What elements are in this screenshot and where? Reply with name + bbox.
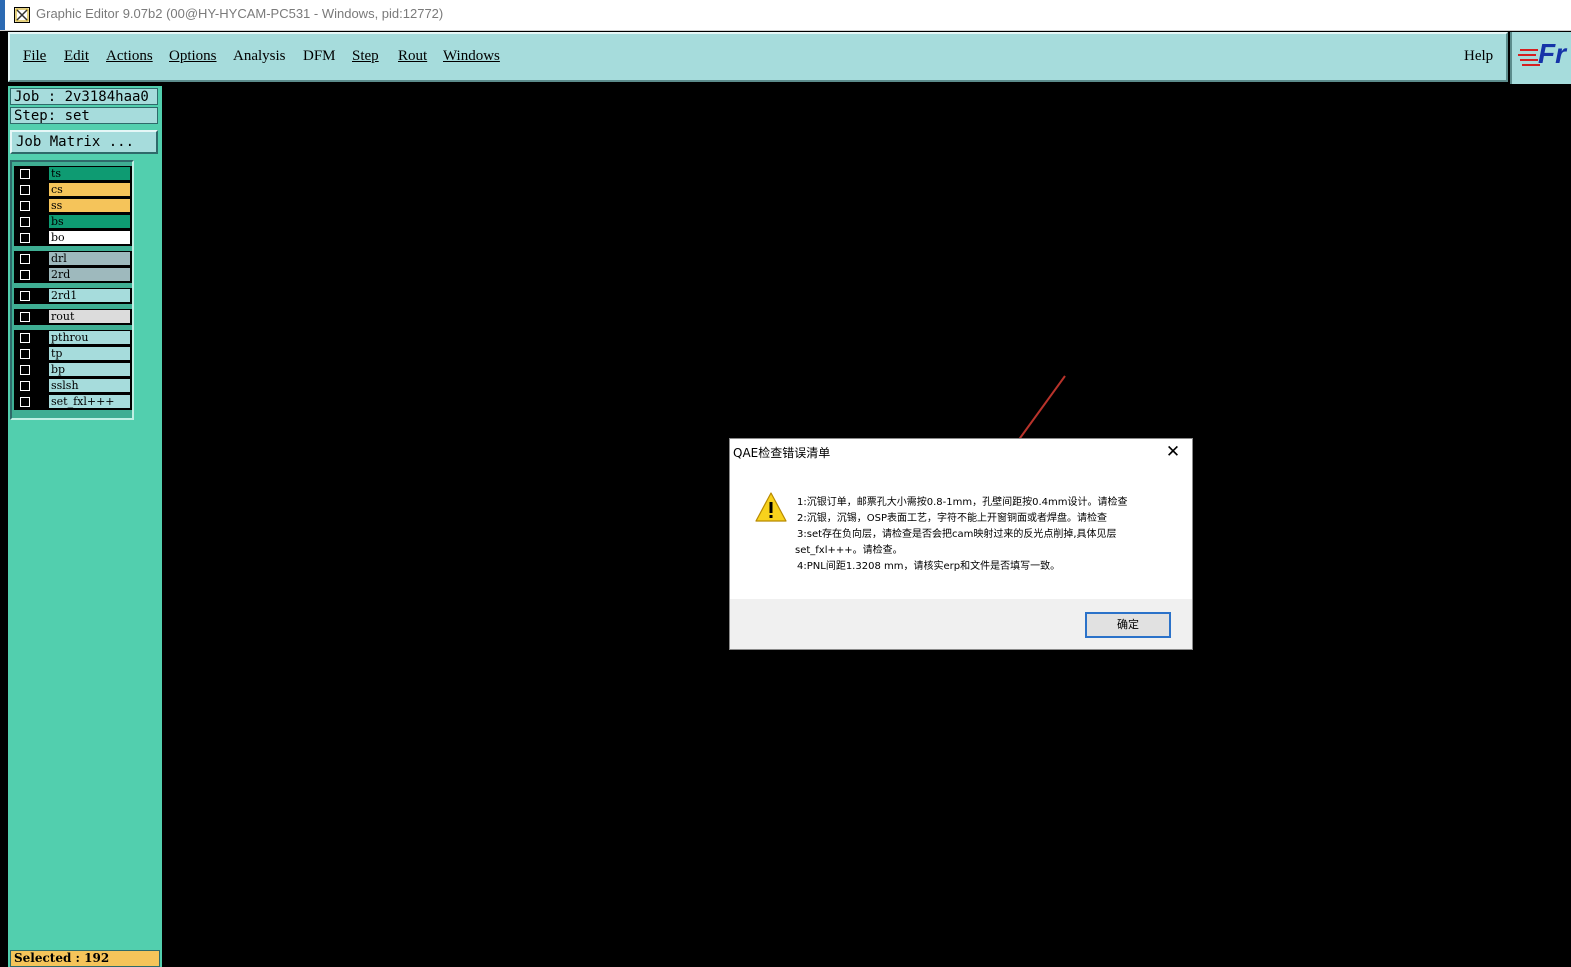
layer-row-2rd[interactable]: 2rd	[14, 267, 132, 283]
layer-name[interactable]: bo	[49, 231, 130, 244]
layer-checkbox[interactable]	[20, 397, 30, 407]
layer-row-tp[interactable]: tp	[14, 346, 132, 362]
layer-row-bs[interactable]: bs	[14, 214, 132, 230]
menu-options[interactable]: Options	[169, 48, 217, 65]
dialog-message-line: set_fxl+++。请检查。	[795, 545, 903, 556]
ok-button[interactable]: 确定	[1085, 612, 1171, 638]
dialog-message-line: 2:沉银，沉锡，OSP表面工艺，字符不能上开窗铜面或者焊盘。请检查	[797, 513, 1107, 524]
window-title: Graphic Editor 9.07b2 (00@HY-HYCAM-PC531…	[36, 6, 444, 21]
layer-checkbox[interactable]	[20, 270, 30, 280]
menu-rout[interactable]: Rout	[398, 48, 427, 65]
close-icon[interactable]: ✕	[1162, 441, 1184, 463]
layer-checkbox[interactable]	[20, 185, 30, 195]
layer-checkbox[interactable]	[20, 381, 30, 391]
menu-windows[interactable]: Windows	[443, 48, 500, 65]
menu-dfm[interactable]: DFM	[303, 48, 336, 65]
layer-name[interactable]: rout	[49, 310, 130, 323]
job-matrix-button[interactable]: Job Matrix ...	[10, 130, 158, 154]
layer-checkbox[interactable]	[20, 169, 30, 179]
menu-step[interactable]: Step	[352, 48, 379, 65]
layer-checkbox[interactable]	[20, 201, 30, 211]
layer-checkbox[interactable]	[20, 333, 30, 343]
layer-row-ss[interactable]: ss	[14, 198, 132, 214]
layer-row-2rd1[interactable]: 2rd1	[14, 288, 132, 304]
logo-text: Fr	[1538, 38, 1566, 69]
selected-count: Selected : 192	[10, 950, 160, 967]
layer-name[interactable]: ts	[49, 167, 130, 180]
layer-name[interactable]: bs	[49, 215, 130, 228]
menu-bar: File Edit Actions Options Analysis DFM S…	[8, 32, 1508, 82]
left-panel: Job : 2v3184haa0 Step: set Job Matrix ..…	[8, 86, 162, 967]
layer-checkbox[interactable]	[20, 291, 30, 301]
layer-name[interactable]: tp	[49, 347, 130, 360]
layer-name[interactable]: 2rd	[49, 268, 130, 281]
dialog-message-line: 3:set存在负向层，请检查是否会把cam映射过来的反光点削掉,具体见层	[797, 529, 1117, 540]
window-title-bar: Graphic Editor 9.07b2 (00@HY-HYCAM-PC531…	[0, 0, 1571, 31]
layer-checkbox[interactable]	[20, 233, 30, 243]
layer-name[interactable]: set_fxl+++	[49, 395, 130, 408]
layer-checkbox[interactable]	[20, 349, 30, 359]
layer-row-rout[interactable]: rout	[14, 309, 132, 325]
job-label: Job : 2v3184haa0	[10, 88, 158, 105]
layer-row-sslsh[interactable]: sslsh	[14, 378, 132, 394]
layer-checkbox[interactable]	[20, 217, 30, 227]
layer-row-ts[interactable]: ts	[14, 166, 132, 182]
layer-row-pthrou[interactable]: pthrou	[14, 330, 132, 346]
menu-actions[interactable]: Actions	[106, 48, 153, 65]
layer-name[interactable]: ss	[49, 199, 130, 212]
step-label: Step: set	[10, 107, 158, 124]
menu-edit[interactable]: Edit	[64, 48, 89, 65]
layer-row-cs[interactable]: cs	[14, 182, 132, 198]
layer-name[interactable]: pthrou	[49, 331, 130, 344]
dialog-message-line: 1:沉银订单，邮票孔大小需按0.8-1mm，孔壁间距按0.4mm设计。请检查	[797, 497, 1128, 508]
menu-analysis[interactable]: Analysis	[233, 48, 286, 65]
logo-speed-lines-icon	[1518, 49, 1540, 66]
layer-name[interactable]: 2rd1	[49, 289, 130, 302]
menu-file[interactable]: File	[23, 48, 46, 65]
warning-icon	[755, 492, 787, 522]
layer-checkbox[interactable]	[20, 365, 30, 375]
layer-row-bo[interactable]: bo	[14, 230, 132, 246]
qae-error-dialog: QAE检查错误清单 ✕ 1:沉银订单，邮票孔大小需按0.8-1mm，孔壁间距按0…	[729, 438, 1193, 650]
layer-row-bp[interactable]: bp	[14, 362, 132, 378]
layer-name[interactable]: sslsh	[49, 379, 130, 392]
layer-name[interactable]: cs	[49, 183, 130, 196]
layer-list: ts cs ss bs bo drl 2rd 2rd1 rout pthrou …	[10, 160, 134, 420]
layer-checkbox[interactable]	[20, 254, 30, 264]
window-edge	[0, 0, 5, 30]
menu-help[interactable]: Help	[1464, 48, 1493, 65]
dialog-message-line: 4:PNL间距1.3208 mm，请核实erp和文件是否填写一致。	[797, 561, 1061, 572]
dialog-title: QAE检查错误清单	[733, 446, 831, 460]
layer-row-drl[interactable]: drl	[14, 251, 132, 267]
dialog-footer: 确定	[730, 599, 1192, 649]
layer-name[interactable]: bp	[49, 363, 130, 376]
vendor-logo: Fr	[1510, 32, 1571, 84]
layer-checkbox[interactable]	[20, 312, 30, 322]
layer-row-set-fxl[interactable]: set_fxl+++	[14, 394, 132, 410]
layer-name[interactable]: drl	[49, 252, 130, 265]
app-icon	[14, 7, 30, 23]
